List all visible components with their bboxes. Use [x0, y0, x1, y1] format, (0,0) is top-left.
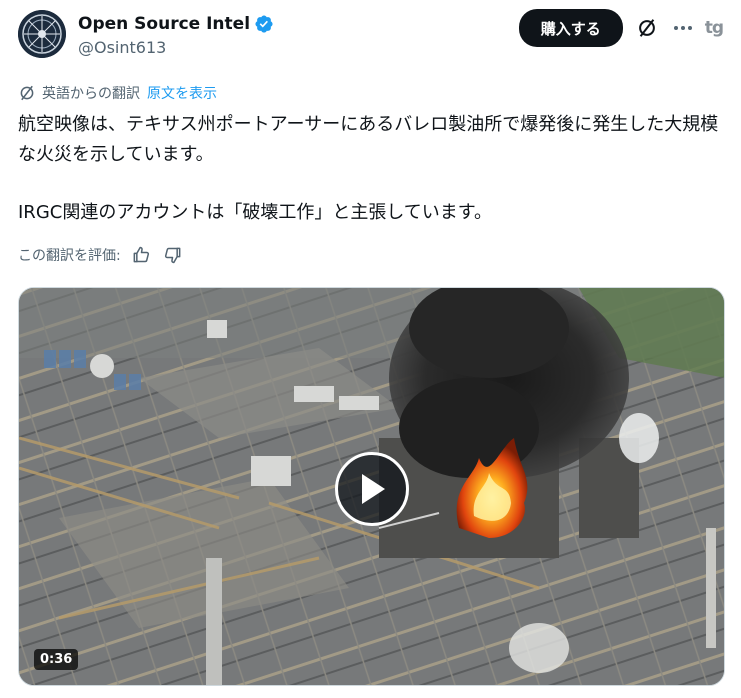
globe-icon	[20, 85, 34, 101]
translation-bar: 英語からの翻訳 原文を表示	[18, 83, 217, 103]
grok-icon[interactable]	[629, 10, 665, 46]
buy-button[interactable]: 購入する	[518, 9, 623, 47]
tweet-text: 航空映像は、テキサス州ポートアーサーにあるバレロ製油所で爆発後に発生した大規模な…	[18, 110, 724, 228]
header-actions: 購入する tg	[518, 9, 724, 47]
avatar[interactable]	[18, 10, 66, 58]
thumbs-up-icon[interactable]	[131, 245, 151, 265]
more-dots-icon[interactable]	[665, 10, 701, 46]
author-display-name[interactable]: Open Source Intel	[78, 14, 250, 34]
video-duration: 0:36	[34, 649, 79, 670]
rate-label: この翻訳を評価:	[18, 248, 121, 264]
translation-label: 英語からの翻訳	[42, 86, 140, 102]
video-player[interactable]: 0:36	[18, 287, 725, 686]
play-icon[interactable]	[335, 452, 409, 526]
show-original-link[interactable]: 原文を表示	[147, 83, 217, 103]
author-block: Open Source Intel @Osint613	[78, 12, 274, 57]
author-handle[interactable]: @Osint613	[78, 38, 274, 57]
tweet-header: Open Source Intel @Osint613 購入する tg	[18, 8, 724, 64]
verified-badge-icon	[255, 15, 273, 33]
rate-translation: この翻訳を評価:	[18, 245, 183, 265]
tweet-text-line-2: IRGC関連のアカウントは「破壊工作」と主張しています。	[18, 202, 492, 223]
extension-badge[interactable]: tg	[705, 18, 724, 38]
thumbs-down-icon[interactable]	[163, 245, 183, 265]
tweet-text-line-1: 航空映像は、テキサス州ポートアーサーにあるバレロ製油所で爆発後に発生した大規模な…	[18, 114, 719, 165]
